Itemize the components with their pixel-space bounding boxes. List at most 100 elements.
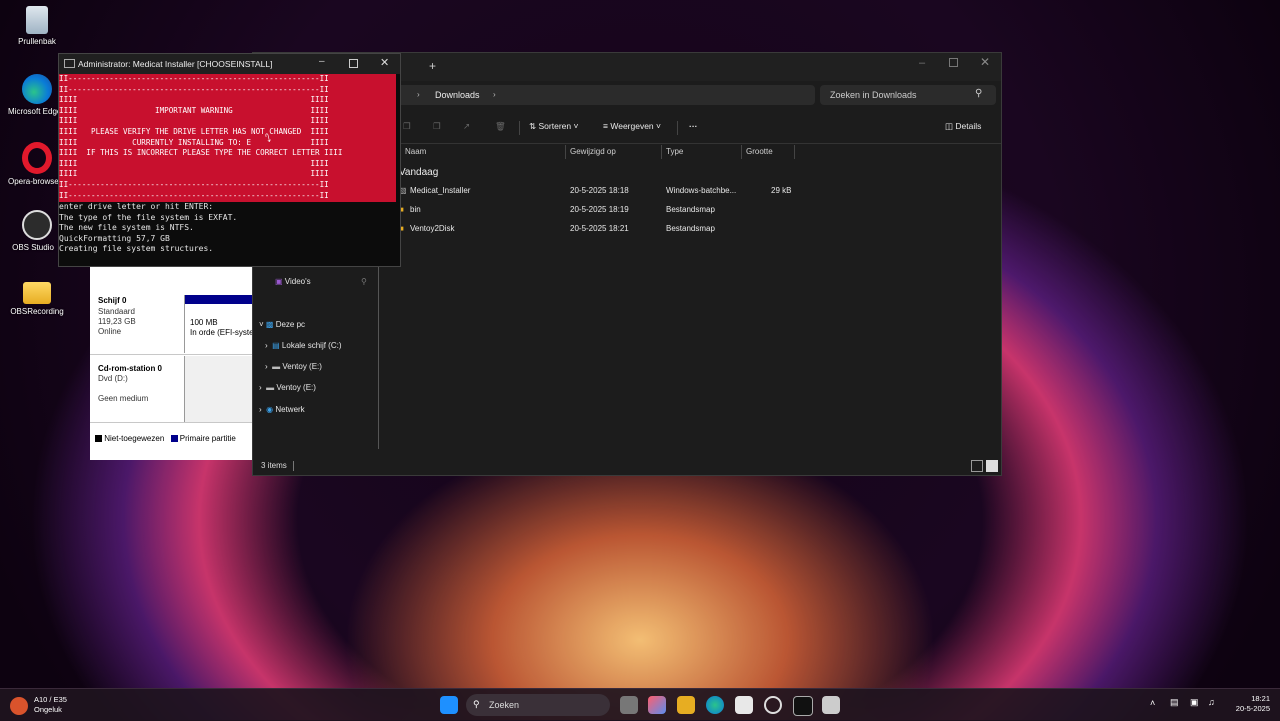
cmd-output[interactable]: enter drive letter or hit ENTER: The type… xyxy=(59,202,237,255)
paste-icon[interactable]: ❐ xyxy=(433,121,441,132)
search-box[interactable]: Zoeken in Downloads ⚲ xyxy=(820,85,996,105)
partition-size: 100 MB xyxy=(190,318,218,327)
desktop-icon-obsrecording[interactable]: OBSRecording xyxy=(8,282,66,317)
terminal-icon[interactable] xyxy=(793,696,813,716)
cdrom-row[interactable]: Cd-rom-station 0 Dvd (D:) Geen medium xyxy=(90,356,253,423)
share-icon[interactable]: ↗ xyxy=(463,121,470,132)
copilot-icon[interactable] xyxy=(648,696,666,714)
nav-item-this-pc[interactable]: ˅ ▩ Deze pc xyxy=(259,320,305,329)
obs-icon[interactable] xyxy=(764,696,782,714)
details-button[interactable]: ◫ Details xyxy=(945,121,981,132)
close-button[interactable]: ✕ xyxy=(980,55,990,69)
terminal-icon xyxy=(64,59,75,68)
nav-label: Lokale schijf (C:) xyxy=(281,341,342,350)
address-bar[interactable]: › Downloads › xyxy=(395,85,815,105)
more-options-button[interactable]: ··· xyxy=(689,121,698,131)
file-name: bin xyxy=(410,205,421,214)
speaker-icon[interactable]: ♫ xyxy=(1208,697,1215,707)
nav-item-network[interactable]: › ◉ Netwerk xyxy=(259,405,305,414)
column-header-size[interactable]: Grootte xyxy=(746,147,773,156)
nav-label: Ventoy (E:) xyxy=(276,383,316,392)
taskbar: A10 / E35 Ongeluk ⚲ Zoeken ˄ ▤ ▣ ♫ 18:21… xyxy=(0,688,1280,721)
warning-line: II--------------------------------------… xyxy=(59,190,329,200)
clock[interactable]: 18:21 20-5-2025 xyxy=(1228,694,1270,714)
edge-icon[interactable] xyxy=(706,696,724,714)
weather-title: A10 / E35 xyxy=(34,695,67,704)
disk-0-size: 119,23 GB xyxy=(98,317,136,326)
task-view-icon[interactable] xyxy=(620,696,638,714)
desktop-icon-label: Microsoft Edge xyxy=(8,107,58,116)
search-icon: ⚲ xyxy=(473,699,480,709)
column-divider xyxy=(741,145,742,159)
pin-icon[interactable]: ⚲ xyxy=(361,277,367,286)
cmd-window: Administrator: Medicat Installer [CHOOSE… xyxy=(58,53,401,267)
nav-item-videos[interactable]: ▣ Video's xyxy=(275,277,311,286)
file-modified: 20-5-2025 18:19 xyxy=(570,205,629,214)
cdrom-area xyxy=(184,356,253,422)
warning-line: IIII IIII xyxy=(59,169,329,179)
nav-item-ventoy-2[interactable]: › ▬ Ventoy (E:) xyxy=(259,383,316,392)
file-explorer-icon[interactable] xyxy=(677,696,695,714)
usb-drive-icon: ▬ xyxy=(272,362,281,371)
folder-icon xyxy=(23,282,51,304)
sort-button[interactable]: ⇅ Sorteren ˅ xyxy=(529,121,578,132)
group-header-today[interactable]: Vandaag xyxy=(399,167,438,178)
status-item-count: 3 items xyxy=(261,461,287,470)
search-placeholder: Zoeken in Downloads xyxy=(830,90,917,100)
cmd-titlebar[interactable]: Administrator: Medicat Installer [CHOOSE… xyxy=(59,54,400,74)
view-button[interactable]: ≡ Weergeven ˅ xyxy=(603,121,661,131)
copy-icon[interactable]: ❐ xyxy=(403,121,411,132)
monitor-icon[interactable]: ▣ xyxy=(1190,697,1199,708)
close-button[interactable]: ✕ xyxy=(380,56,389,69)
file-row[interactable]: ■ Ventoy2Disk 20-5-2025 18:21 Bestandsma… xyxy=(399,224,799,238)
taskbar-search-box[interactable]: ⚲ Zoeken xyxy=(466,694,610,716)
new-tab-button[interactable]: + xyxy=(429,59,436,73)
desktop-icon-label: OBS Studio xyxy=(12,243,54,252)
details-view-toggle[interactable] xyxy=(971,460,983,472)
file-name: Ventoy2Disk xyxy=(410,224,455,233)
file-type: Bestandsmap xyxy=(666,224,715,233)
minimize-button[interactable]: – xyxy=(919,57,925,69)
file-row[interactable]: ▧ Medicat_Installer 20-5-2025 18:18 Wind… xyxy=(399,186,799,200)
store-icon[interactable] xyxy=(735,696,753,714)
column-header-type[interactable]: Type xyxy=(666,147,683,156)
column-header-modified[interactable]: Gewijzigd op xyxy=(570,147,616,156)
file-row[interactable]: ■ bin 20-5-2025 18:19 Bestandsmap xyxy=(399,205,799,219)
desktop-icon-recycle-bin[interactable]: Prullenbak xyxy=(8,6,66,47)
warning-text: II--------------------------------------… xyxy=(59,74,396,201)
nav-item-ventoy-1[interactable]: › ▬ Ventoy (E:) xyxy=(265,362,322,371)
nav-item-local-disk[interactable]: › ▤ Lokale schijf (C:) xyxy=(265,341,342,350)
breadcrumb-downloads[interactable]: Downloads xyxy=(435,90,480,100)
maximize-button[interactable] xyxy=(949,58,958,67)
legend-unallocated: Niet-toegewezen xyxy=(104,434,165,443)
column-header-name[interactable]: Naam xyxy=(405,147,426,156)
view-label: Weergeven xyxy=(610,121,654,131)
chevron-right-icon: › xyxy=(265,341,268,350)
clock-time: 18:21 xyxy=(1251,694,1270,703)
legend-swatch-unallocated xyxy=(95,435,102,443)
search-icon: ⚲ xyxy=(975,88,983,99)
chevron-up-icon[interactable]: ˄ xyxy=(1150,698,1155,708)
start-button[interactable] xyxy=(440,696,458,714)
details-icon: ◫ xyxy=(945,121,954,131)
disk-0-type: Standaard xyxy=(98,307,135,316)
network-icon[interactable]: ▤ xyxy=(1170,697,1179,708)
disk-management-icon[interactable] xyxy=(822,696,840,714)
drive-icon: ▤ xyxy=(272,341,280,350)
mouse-cursor-icon: ⭛ xyxy=(265,132,272,145)
chevron-down-icon: ˅ xyxy=(656,121,662,131)
file-type: Bestandsmap xyxy=(666,205,715,214)
desktop-icon-label: OBSRecording xyxy=(10,307,64,316)
recycle-bin-icon xyxy=(26,6,48,34)
maximize-button[interactable] xyxy=(349,59,358,68)
warning-line: IIII IIII xyxy=(59,158,329,168)
disk-0-row[interactable]: Schijf 0 Standaard 119,23 GB Online 100 … xyxy=(90,290,253,355)
warning-line: IIII IMPORTANT WARNING IIII xyxy=(59,105,329,115)
delete-icon[interactable]: 🗑 xyxy=(495,121,506,132)
warning-line: IIII PLEASE VERIFY THE DRIVE LETTER HAS … xyxy=(59,126,329,136)
minimize-button[interactable]: – xyxy=(319,56,325,67)
view-icon: ≡ xyxy=(603,121,608,131)
taskbar-search-label: Zoeken xyxy=(489,700,520,710)
efi-partition[interactable]: 100 MB In orde (EFI-systeem xyxy=(184,295,253,353)
tiles-view-toggle[interactable] xyxy=(986,460,998,472)
